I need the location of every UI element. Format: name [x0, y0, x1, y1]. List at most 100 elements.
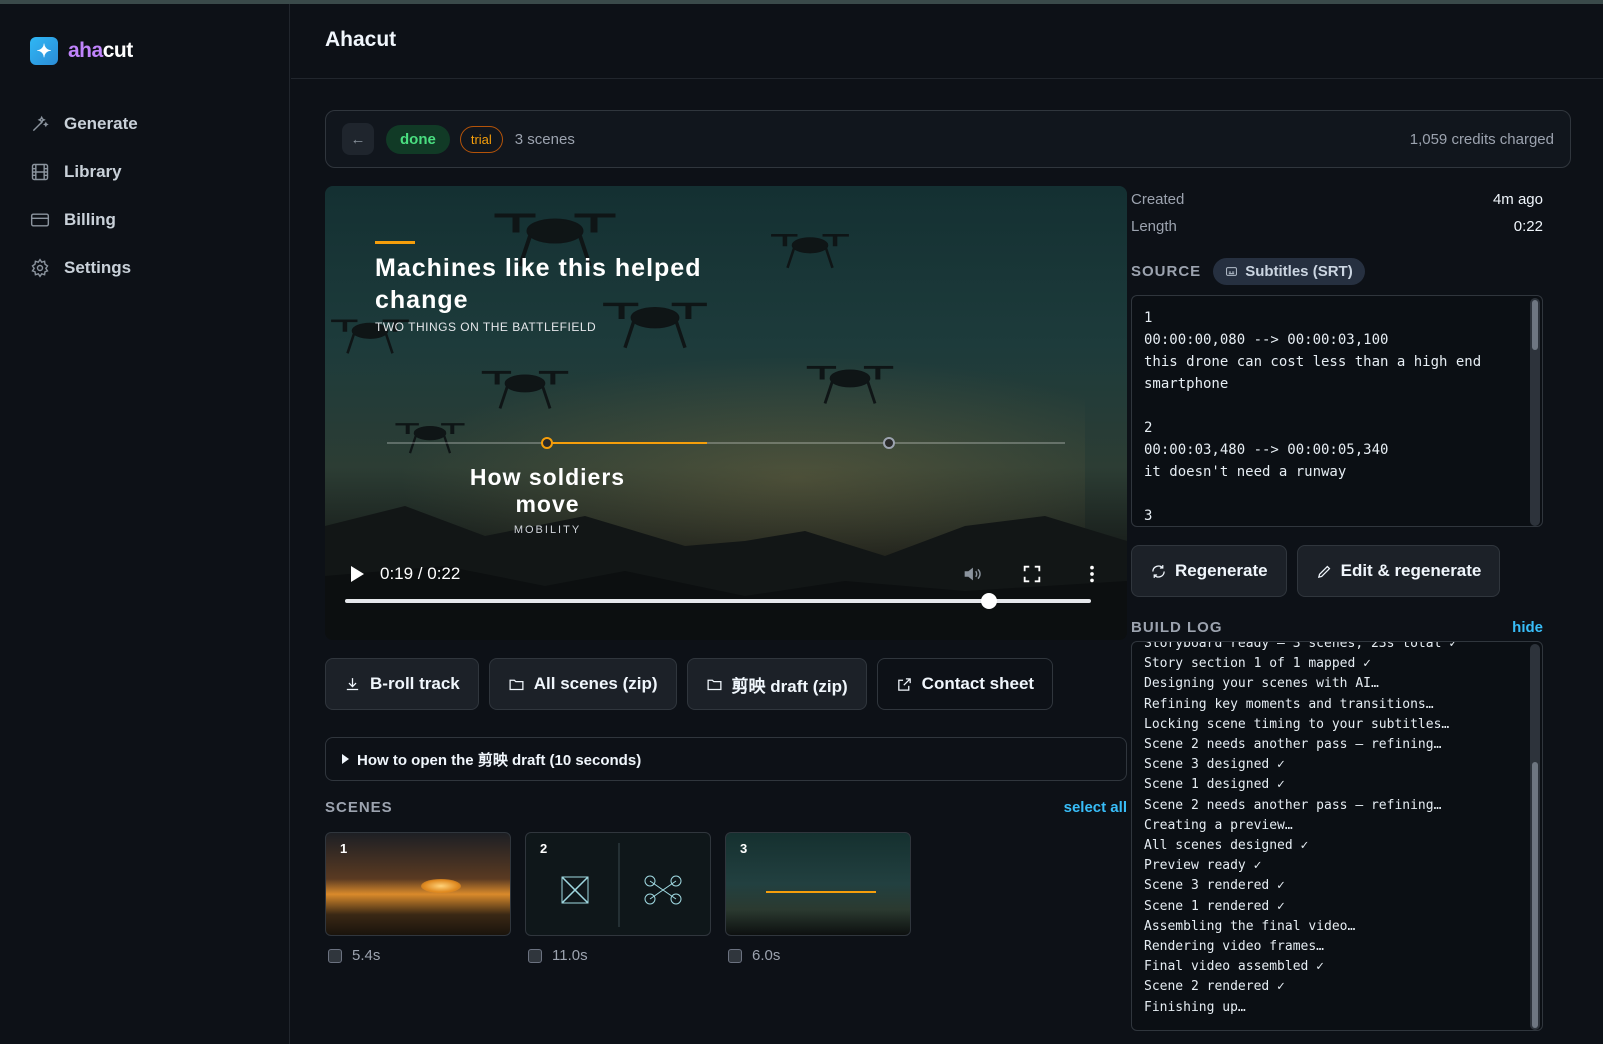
page-header: Ahacut: [291, 4, 1603, 79]
scrollbar-thumb[interactable]: [1532, 300, 1538, 350]
subtitles-icon: [1226, 266, 1237, 276]
drone-icon: [771, 234, 849, 269]
folder-icon: [707, 679, 722, 690]
back-button[interactable]: ←: [342, 123, 374, 155]
scenes-header: SCENES select all: [325, 799, 1127, 816]
refresh-icon: [1152, 564, 1165, 578]
log-line: Scene 2 needs another pass — refining…: [1144, 797, 1442, 813]
scene-number: 2: [540, 841, 548, 856]
scene-card[interactable]: 3 6.0s: [725, 832, 911, 964]
log-line: Creating a preview…: [1144, 817, 1293, 833]
video-controls: 0:19 / 0:22: [343, 554, 1109, 594]
length-label: Length: [1131, 218, 1177, 235]
scene-thumbnail[interactable]: 3: [725, 832, 911, 936]
credit-card-icon: [30, 213, 50, 227]
log-line: Scene 3 rendered ✓: [1144, 878, 1285, 894]
log-line: Locking scene timing to your subtitles…: [1144, 716, 1450, 732]
build-log-label: BUILD LOG: [1131, 618, 1223, 636]
thumbnail-timeline: [766, 891, 876, 893]
scene-thumbnails: 1 5.4s 2 11.0s 3 6.0s: [325, 832, 911, 964]
caption-title: How soldiers move: [469, 464, 626, 517]
scene-duration: 5.4s: [352, 947, 381, 964]
sidebar-item-billing[interactable]: Billing: [30, 196, 270, 244]
button-label: Contact sheet: [921, 674, 1035, 693]
scene-thumbnail[interactable]: 1: [325, 832, 511, 936]
build-log-lines: Storyboard ready — 3 scenes, 23s total ✓…: [1144, 642, 1524, 1018]
main-content: Ahacut ← done trial 3 scenes 1,059 credi…: [291, 4, 1603, 1044]
progress-knob[interactable]: [980, 593, 997, 609]
log-line: Scene 2 needs another pass — refining…: [1144, 737, 1442, 753]
fullscreen-icon[interactable]: [1021, 563, 1043, 585]
folder-icon: [509, 679, 524, 690]
log-line: Story section 1 of 1 mapped ✓: [1144, 656, 1371, 672]
video-subtitle-overlay: TWO THINGS ON THE BATTLEFIELD: [375, 320, 597, 334]
jianying-draft-button[interactable]: 剪映 draft (zip): [686, 658, 867, 710]
sidebar-nav: Generate Library Billing Settings: [30, 100, 270, 292]
all-scenes-zip-button[interactable]: All scenes (zip): [488, 658, 677, 710]
magic-wand-icon: [32, 115, 49, 132]
scene-duration: 6.0s: [752, 947, 781, 964]
status-badge: done: [386, 124, 450, 154]
log-line: Scene 1 designed ✓: [1144, 777, 1285, 793]
sidebar-item-library[interactable]: Library: [30, 148, 270, 196]
scene-meta: 6.0s: [725, 947, 911, 964]
timeline-marker: [883, 437, 895, 449]
button-label: B-roll track: [370, 674, 460, 693]
scene-checkbox[interactable]: [728, 948, 742, 963]
source-text-box[interactable]: 1 00:00:00,080 --> 00:00:03,100 this dro…: [1131, 295, 1543, 527]
button-label: Edit & regenerate: [1340, 561, 1482, 580]
plan-badge: trial: [459, 125, 503, 153]
sidebar-item-generate[interactable]: Generate: [30, 100, 270, 148]
log-line: Refining key moments and transitions…: [1144, 696, 1434, 712]
scene-card[interactable]: 1 5.4s: [325, 832, 511, 964]
scene-card[interactable]: 2 11.0s: [525, 832, 711, 964]
broll-track-button[interactable]: B-roll track: [325, 658, 479, 710]
edit-regenerate-button[interactable]: Edit & regenerate: [1296, 545, 1501, 597]
scene-checkbox[interactable]: [328, 948, 342, 963]
contact-sheet-button[interactable]: Contact sheet: [876, 658, 1054, 710]
sidebar-item-label: Billing: [64, 210, 116, 229]
logo[interactable]: ✦ ahacut: [30, 37, 133, 65]
video-player[interactable]: Machines like this helped change TWO THI…: [325, 186, 1127, 640]
source-type-badge: Subtitles (SRT): [1213, 257, 1365, 285]
volume-icon[interactable]: [961, 563, 983, 585]
details-panel: Created 4m ago Length 0:22 SOURCE Subtit…: [1131, 186, 1543, 1031]
scene-checkbox[interactable]: [528, 948, 542, 963]
select-all-link[interactable]: select all: [1064, 799, 1127, 816]
timeline-fill: [547, 442, 707, 444]
build-log-box[interactable]: Storyboard ready — 3 scenes, 23s total ✓…: [1131, 641, 1543, 1031]
howto-disclosure[interactable]: How to open the 剪映 draft (10 seconds): [325, 737, 1127, 781]
source-header: SOURCE Subtitles (SRT): [1131, 257, 1543, 285]
credits-charged: 1,059 credits charged: [1409, 130, 1554, 148]
download-actions: B-roll track All scenes (zip) 剪映 draft (…: [325, 658, 1054, 710]
pencil-icon: [1317, 565, 1330, 578]
hide-log-link[interactable]: hide: [1512, 619, 1543, 636]
drone-icon: [395, 423, 465, 454]
timeline-marker-active: [541, 437, 553, 449]
title-accent: [375, 241, 415, 244]
log-line: Rendering video frames…: [1144, 939, 1325, 955]
source-type-label: Subtitles (SRT): [1245, 262, 1353, 280]
scene-thumbnail[interactable]: 2: [525, 832, 711, 936]
length-row: Length 0:22: [1131, 213, 1543, 240]
download-icon: [346, 677, 359, 690]
video-progress-bar[interactable]: [345, 593, 1091, 609]
play-icon[interactable]: [351, 566, 364, 582]
external-link-icon: [897, 677, 911, 691]
scenes-label: SCENES: [325, 799, 393, 816]
scrollbar-thumb[interactable]: [1532, 762, 1538, 1028]
log-line: Scene 1 rendered ✓: [1144, 898, 1285, 914]
sidebar-item-label: Library: [64, 162, 122, 181]
log-line: Preview ready ✓: [1144, 858, 1262, 874]
caption-subtitle: MOBILITY: [513, 524, 582, 536]
sidebar-item-label: Generate: [64, 114, 138, 133]
scene-timeline: [387, 437, 1065, 449]
more-icon[interactable]: [1081, 563, 1103, 585]
sidebar-item-settings[interactable]: Settings: [30, 244, 270, 292]
log-line: Final video assembled ✓: [1144, 959, 1325, 975]
regenerate-button[interactable]: Regenerate: [1131, 545, 1287, 597]
build-log-header: BUILD LOG hide: [1131, 615, 1543, 639]
button-label: Regenerate: [1175, 561, 1268, 580]
scene-caption: How soldiers move MOBILITY: [435, 464, 660, 536]
log-line: Assembling the final video…: [1144, 918, 1356, 934]
